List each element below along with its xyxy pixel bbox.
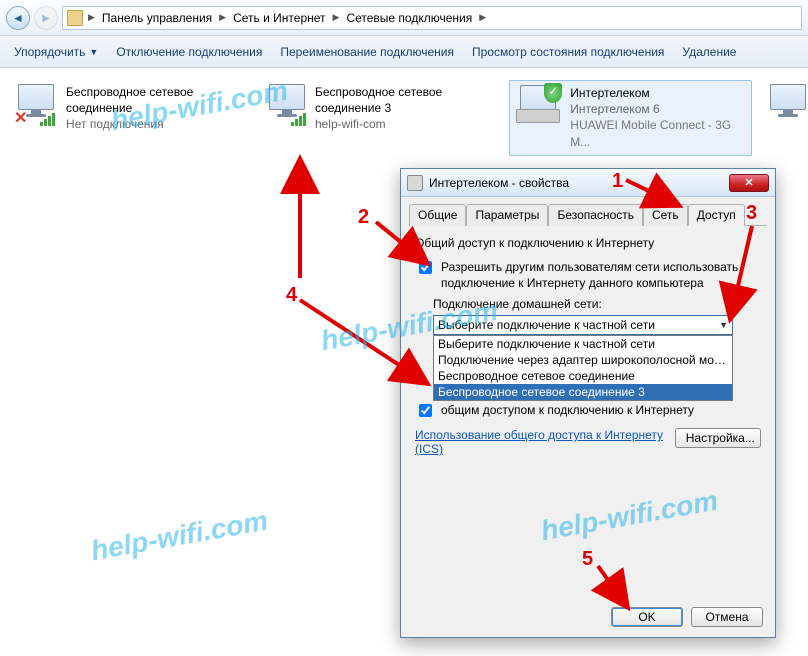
dropdown-option-selected[interactable]: Беспроводное сетевое соединение 3	[434, 384, 732, 400]
modem-icon	[516, 109, 560, 123]
chevron-right-icon: ▶	[85, 12, 98, 23]
connection-device: help-wifi-com	[315, 116, 497, 132]
organize-menu[interactable]: Упорядочить ▼	[14, 45, 98, 59]
settings-button[interactable]: Настройка...	[675, 428, 761, 448]
annotation-2: 2	[358, 206, 369, 229]
connection-title: Беспроводное сетевое соединение 3	[315, 84, 497, 116]
connection-status: Интертелеком 6	[570, 101, 747, 117]
connections-list: ✕ Беспроводное сетевое соединение Нет по…	[0, 68, 808, 168]
breadcrumb[interactable]: ▶ Панель управления ▶ Сеть и Интернет ▶ …	[62, 6, 802, 30]
close-button[interactable]: ✕	[729, 174, 769, 192]
folder-icon	[67, 10, 83, 26]
ok-button[interactable]: OK	[611, 607, 683, 627]
dialog-footer: OK Отмена	[611, 607, 763, 627]
allow-control-checkbox[interactable]	[419, 404, 432, 417]
home-network-combo[interactable]: Выберите подключение к частной сети ▼	[433, 315, 733, 335]
tab-security[interactable]: Безопасность	[548, 204, 643, 226]
allow-sharing-checkbox[interactable]	[419, 261, 432, 274]
dropdown-option[interactable]: Подключение через адаптер широкополосной…	[434, 352, 732, 368]
tab-bar: Общие Параметры Безопасность Сеть Доступ	[409, 203, 767, 226]
breadcrumb-item[interactable]: Сеть и Интернет	[231, 11, 327, 25]
chevron-right-icon: ▶	[330, 12, 343, 23]
dropdown-option[interactable]: Беспроводное сетевое соединение	[434, 368, 732, 384]
address-bar: ◄ ► ▶ Панель управления ▶ Сеть и Интерне…	[0, 0, 808, 36]
cancel-button[interactable]: Отмена	[691, 607, 763, 627]
allow-sharing-label: Разрешить другим пользователям сети испо…	[441, 260, 761, 291]
dialog-icon	[407, 175, 423, 191]
home-network-label: Подключение домашней сети:	[433, 297, 761, 311]
connection-item-wireless3[interactable]: Беспроводное сетевое соединение 3 help-w…	[259, 80, 502, 156]
breadcrumb-item[interactable]: Панель управления	[100, 11, 214, 25]
network-icon	[764, 84, 796, 124]
forward-button[interactable]: ►	[34, 6, 58, 30]
home-network-dropdown: Выберите подключение к частной сети Подк…	[433, 335, 733, 401]
back-button[interactable]: ◄	[6, 6, 30, 30]
network-icon: ✕	[12, 84, 56, 124]
tab-parameters[interactable]: Параметры	[466, 204, 548, 226]
allow-sharing-row: Разрешить другим пользователям сети испо…	[415, 260, 761, 291]
dialog-title: Интертелеком - свойства	[429, 176, 569, 190]
chevron-right-icon: ▶	[216, 12, 229, 23]
combo-selected: Выберите подключение к частной сети	[438, 318, 655, 332]
toolbar-rename[interactable]: Переименование подключения	[280, 45, 454, 59]
tab-network[interactable]: Сеть	[643, 204, 688, 226]
chevron-down-icon: ▼	[719, 320, 728, 330]
properties-dialog: Интертелеком - свойства ✕ Общие Параметр…	[400, 168, 776, 638]
toolbar-disable[interactable]: Отключение подключения	[116, 45, 262, 59]
shield-icon	[544, 83, 562, 103]
dropdown-option[interactable]: Выберите подключение к частной сети	[434, 336, 732, 352]
breadcrumb-item[interactable]: Сетевые подключения	[344, 11, 474, 25]
toolbar-delete[interactable]: Удаление	[682, 45, 736, 59]
connection-item-partial[interactable]	[760, 80, 800, 156]
ics-link[interactable]: Использование общего доступа к Интернету…	[415, 428, 675, 456]
watermark: help-wifi.com	[89, 505, 271, 568]
section-heading: Общий доступ к подключению к Интернету	[415, 236, 761, 250]
organize-label: Упорядочить	[14, 45, 85, 59]
chevron-down-icon: ▼	[89, 47, 98, 57]
chevron-right-icon: ▶	[476, 12, 489, 23]
toolbar-status[interactable]: Просмотр состояния подключения	[472, 45, 664, 59]
connection-device: HUAWEI Mobile Connect - 3G M...	[570, 117, 747, 149]
tab-panel-sharing: Общий доступ к подключению к Интернету Р…	[401, 226, 775, 464]
allow-control-row: общим доступом к подключению к Интернету	[415, 403, 761, 420]
network-icon	[514, 85, 560, 125]
network-icon	[263, 84, 305, 124]
dialog-titlebar[interactable]: Интертелеком - свойства ✕	[401, 169, 775, 197]
connection-title: Интертелеком	[570, 85, 747, 101]
connection-title: Беспроводное сетевое соединение	[66, 84, 247, 116]
annotation-4: 4	[286, 284, 297, 307]
x-icon: ✕	[14, 108, 27, 128]
tab-general[interactable]: Общие	[409, 204, 466, 226]
connection-item-intertelecom[interactable]: Интертелеком Интертелеком 6 HUAWEI Mobil…	[509, 80, 752, 156]
connection-status: Нет подключения	[66, 116, 247, 132]
command-bar: Упорядочить ▼ Отключение подключения Пер…	[0, 36, 808, 68]
connection-item-wireless[interactable]: ✕ Беспроводное сетевое соединение Нет по…	[8, 80, 251, 156]
tab-sharing[interactable]: Доступ	[688, 204, 745, 226]
allow-control-label: общим доступом к подключению к Интернету	[441, 403, 694, 419]
